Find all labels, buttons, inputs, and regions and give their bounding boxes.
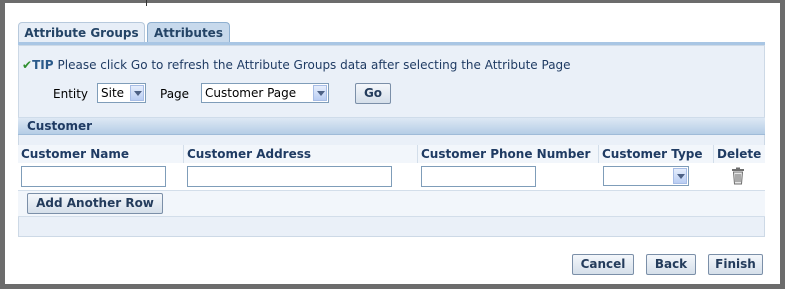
customer-name-input[interactable] [21, 166, 166, 187]
check-icon: ✔ [22, 58, 33, 72]
dropdown-arrow-icon [673, 168, 687, 184]
page-select[interactable]: Customer Page [201, 83, 329, 103]
go-button[interactable]: Go [355, 83, 391, 104]
column-header-customer-type: Customer Type [599, 145, 714, 163]
tip-label: TIP [32, 58, 54, 72]
tip-text: Please click Go to refresh the Attribute… [57, 58, 571, 72]
back-button[interactable]: Back [646, 254, 696, 275]
column-header-customer-name: Customer Name [18, 145, 184, 163]
entity-label: Entity [53, 87, 89, 101]
column-header-delete: Delete [714, 145, 765, 163]
page-select-value: Customer Page [205, 86, 297, 100]
tab-attributes[interactable]: Attributes [147, 22, 230, 42]
section-title: Customer [27, 119, 93, 133]
customer-phone-input[interactable] [421, 166, 536, 187]
dropdown-arrow-icon [130, 85, 144, 101]
entity-select[interactable]: Site [97, 83, 146, 103]
trash-icon[interactable] [730, 167, 746, 185]
column-header-customer-phone: Customer Phone Number [418, 145, 599, 163]
column-header-customer-address: Customer Address [184, 145, 418, 163]
cancel-button[interactable]: Cancel [572, 254, 634, 275]
add-another-row-button[interactable]: Add Another Row [27, 193, 163, 214]
tip-message: ✔TIP Please click Go to refresh the Attri… [22, 58, 571, 72]
dropdown-arrow-icon [313, 85, 327, 101]
customer-section-header: Customer [18, 117, 765, 135]
top-tick [146, 0, 147, 6]
entity-select-value: Site [101, 86, 125, 100]
finish-button[interactable]: Finish [708, 254, 763, 275]
page-label: Page [160, 87, 190, 101]
tab-attribute-groups[interactable]: Attribute Groups [18, 22, 145, 42]
customer-address-input[interactable] [187, 166, 392, 187]
customer-type-select[interactable] [603, 166, 689, 186]
